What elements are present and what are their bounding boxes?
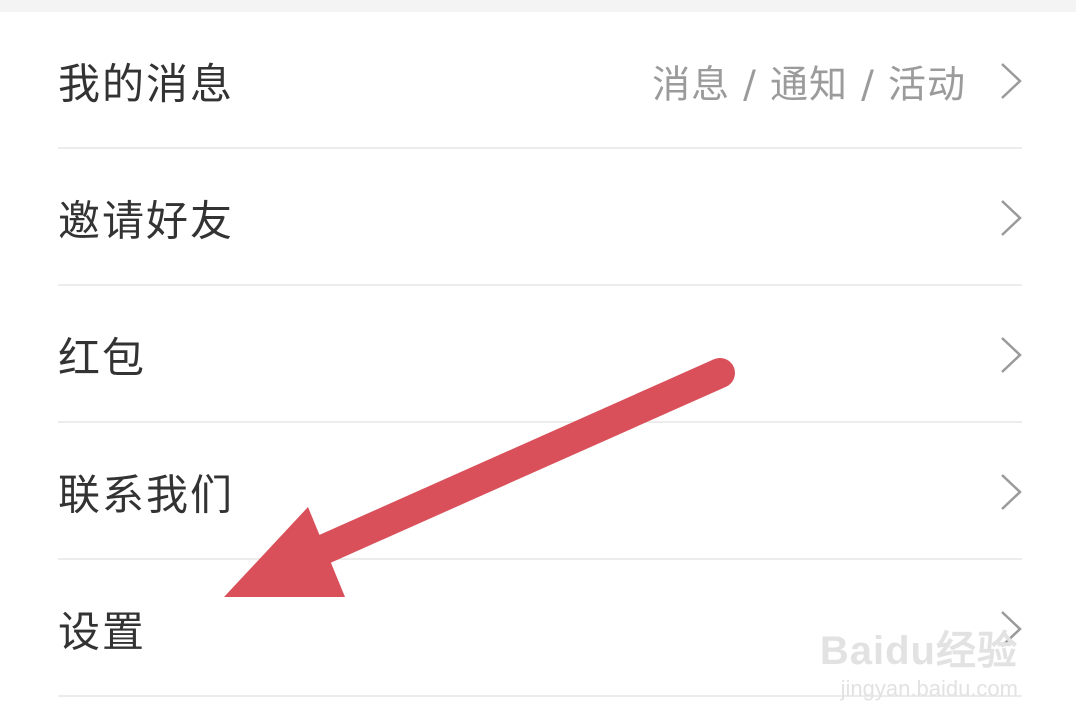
watermark-logo: Baidu经验 (819, 629, 1018, 673)
top-gray-bar (0, 0, 1076, 12)
menu-item-my-messages[interactable]: 我的消息 消息 / 通知 / 活动 (0, 12, 1076, 149)
menu-item-label: 红包 (58, 333, 147, 382)
menu-item-label: 设置 (58, 607, 147, 656)
menu-item-label: 我的消息 (58, 59, 235, 108)
menu-item-label: 邀请好友 (58, 196, 235, 245)
chevron-right-icon (1001, 336, 1022, 373)
baidu-jingyan-watermark: Baidu经验 jingyan.baidu.com (820, 618, 1018, 702)
menu-item-contact-us[interactable]: 联系我们 (0, 423, 1076, 560)
chevron-right-icon (1001, 199, 1022, 236)
watermark-url: jingyan.baidu.com (840, 676, 1018, 701)
chevron-right-icon (1001, 62, 1022, 99)
menu-item-invite-friends[interactable]: 邀请好友 (0, 149, 1076, 286)
menu-item-label: 联系我们 (58, 470, 235, 519)
settings-menu-list: 我的消息 消息 / 通知 / 活动 邀请好友 红包 联系我们 设置 (0, 12, 1076, 697)
menu-item-subtext: 消息 / 通知 / 活动 (652, 62, 966, 106)
menu-item-red-packet[interactable]: 红包 (0, 286, 1076, 423)
chevron-right-icon (1001, 473, 1022, 510)
